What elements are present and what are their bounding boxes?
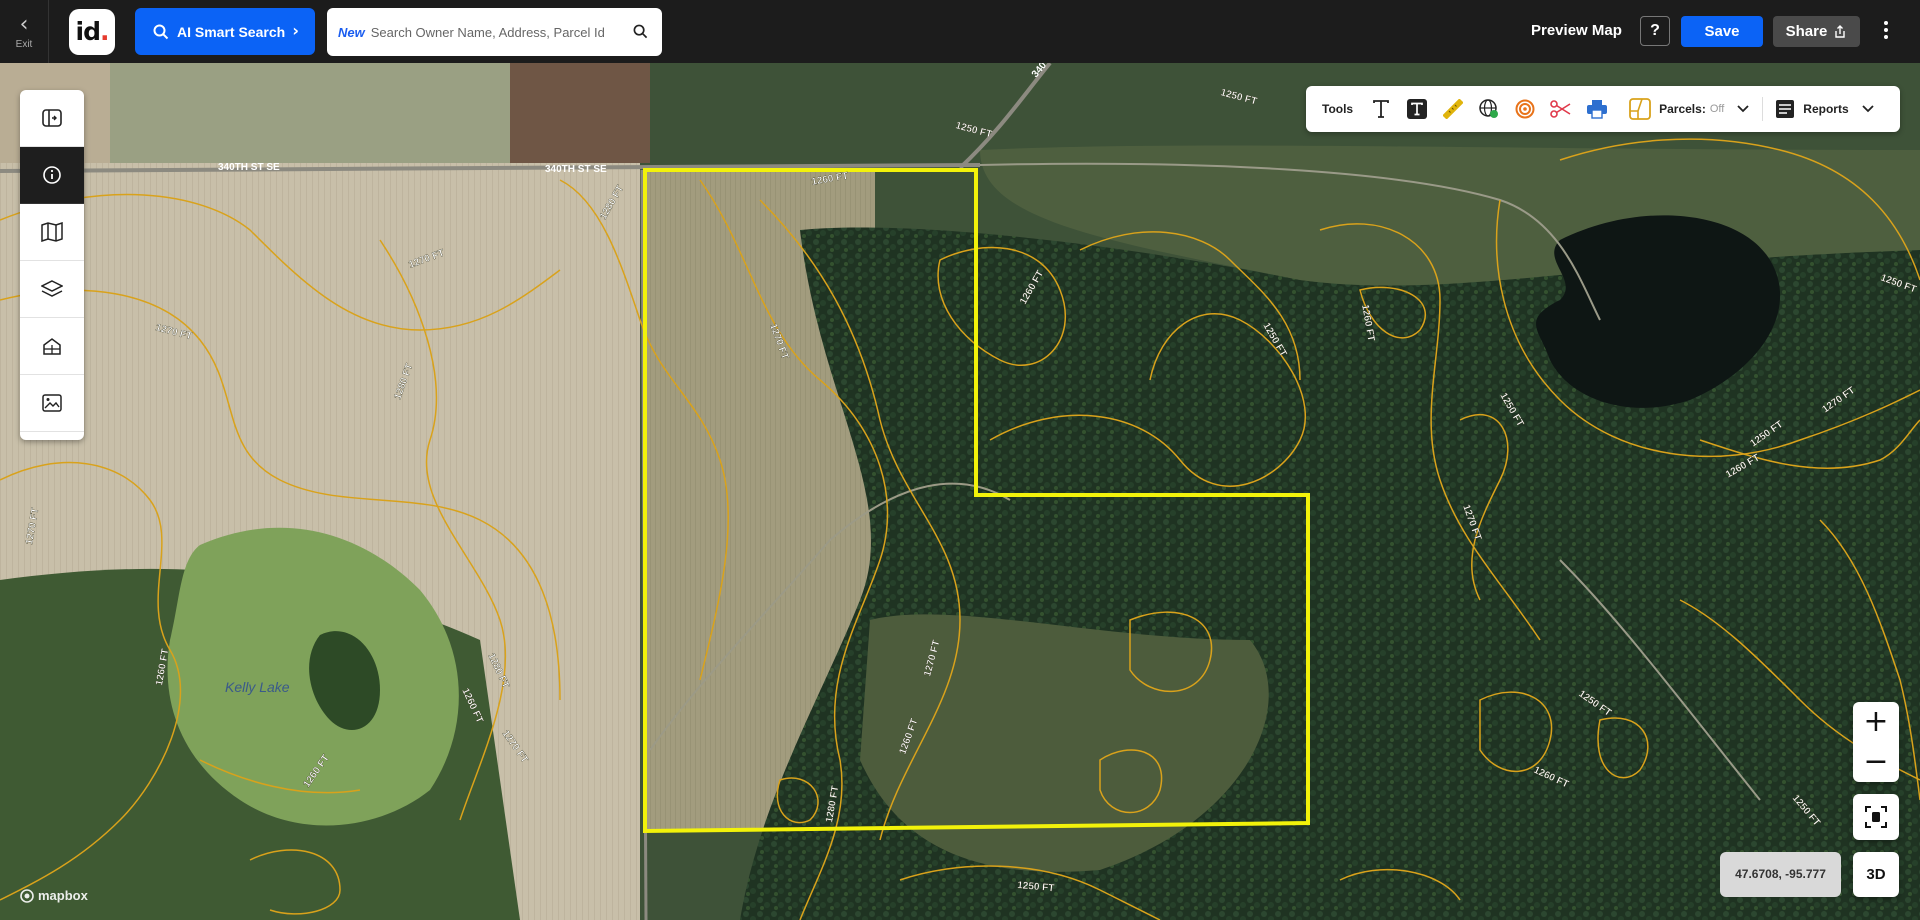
parcel-icon [1629, 98, 1652, 120]
info-button[interactable] [20, 147, 84, 204]
property-button[interactable] [20, 318, 84, 375]
fit-bounds-icon [1865, 806, 1887, 828]
buffer-ring-icon [1515, 99, 1535, 119]
expand-panel-icon [42, 109, 62, 127]
expand-panel-button[interactable] [20, 90, 84, 147]
zoom-in-button[interactable]: + [1853, 702, 1899, 742]
divider [1762, 97, 1764, 121]
map-icon [41, 222, 63, 242]
more-options-icon[interactable] [1876, 18, 1896, 46]
save-button[interactable]: Save [1681, 16, 1763, 47]
search-new-tag: New [338, 24, 365, 40]
reports-label: Reports [1803, 102, 1849, 116]
road-label: 340TH ST SE [545, 164, 607, 175]
report-icon [1776, 100, 1795, 118]
grass-strip [110, 63, 510, 163]
view-3d-button[interactable]: 3D [1853, 852, 1899, 897]
zoom-control: + − [1853, 702, 1899, 782]
globe-tool[interactable] [1471, 91, 1507, 127]
scissors-icon [1550, 100, 1571, 118]
tools-bar: Tools Parcels: Off Reports [1306, 86, 1900, 132]
search-input[interactable] [370, 24, 631, 40]
help-button[interactable]: ? [1640, 16, 1670, 46]
chevron-down-icon [1862, 105, 1874, 113]
exit-button[interactable]: ‹ Exit [0, 0, 49, 63]
layers-icon [41, 280, 63, 297]
images-button[interactable] [20, 375, 84, 432]
preview-map-button[interactable]: Preview Map [1531, 22, 1622, 39]
road-label: 340TH ST SE [218, 162, 280, 173]
search-icon [153, 24, 169, 39]
search-icon[interactable] [633, 24, 648, 39]
app-logo[interactable]: id. [69, 9, 115, 55]
ai-smart-search-label: AI Smart Search [177, 23, 286, 40]
property-icon [43, 338, 61, 355]
share-button[interactable]: Share [1773, 16, 1860, 47]
chevron-right-icon: › [292, 21, 299, 40]
fit-bounds-button[interactable] [1853, 794, 1899, 840]
chevron-down-icon [1737, 105, 1749, 113]
image-icon [42, 394, 62, 412]
mapbox-label: mapbox [38, 888, 88, 903]
coordinates-readout: 47.6708, -95.777 [1720, 852, 1841, 897]
text-box-icon [1407, 99, 1428, 119]
brown-plot [505, 63, 650, 163]
print-icon [1587, 100, 1608, 119]
ai-smart-search-button[interactable]: AI Smart Search › [135, 8, 315, 55]
exit-label: Exit [15, 39, 33, 50]
text-icon [1373, 100, 1390, 118]
reports-dropdown[interactable]: Reports [1775, 99, 1874, 119]
measure-tool[interactable] [1435, 91, 1471, 127]
search-bar: New [327, 8, 662, 56]
zoom-out-button[interactable]: − [1853, 742, 1899, 782]
satellite-map[interactable]: 340TH ST SE 340TH ST SE 340 Kelly Lake 1… [0, 63, 1920, 920]
parcels-label: Parcels: [1659, 102, 1706, 116]
mapbox-logo-icon [20, 888, 34, 903]
layers-button[interactable] [20, 261, 84, 318]
logo-dot: . [99, 17, 109, 46]
logo-text: id [75, 17, 101, 46]
chevron-left-icon: ‹ [19, 12, 29, 37]
mapbox-attribution[interactable]: mapbox [20, 888, 88, 903]
top-bar: ‹ Exit id. AI Smart Search › New Preview… [0, 0, 1920, 63]
lake-label: Kelly Lake [225, 679, 290, 695]
share-icon [1835, 24, 1846, 38]
parcels-value: Off [1709, 103, 1725, 115]
parcels-toggle[interactable]: Parcels: Off [1629, 98, 1750, 120]
left-panel [20, 90, 84, 440]
text-box-tool[interactable] [1399, 91, 1435, 127]
map-button[interactable] [20, 204, 84, 261]
split-tool[interactable] [1543, 91, 1579, 127]
share-label: Share [1785, 23, 1828, 40]
print-tool[interactable] [1579, 91, 1615, 127]
text-tool[interactable] [1363, 91, 1399, 127]
buffer-tool[interactable] [1507, 91, 1543, 127]
tools-label: Tools [1322, 102, 1354, 116]
globe-icon [1479, 99, 1499, 118]
app-root: ‹ Exit id. AI Smart Search › New Preview… [0, 0, 1920, 920]
info-icon [43, 166, 61, 184]
ruler-icon [1443, 99, 1464, 119]
